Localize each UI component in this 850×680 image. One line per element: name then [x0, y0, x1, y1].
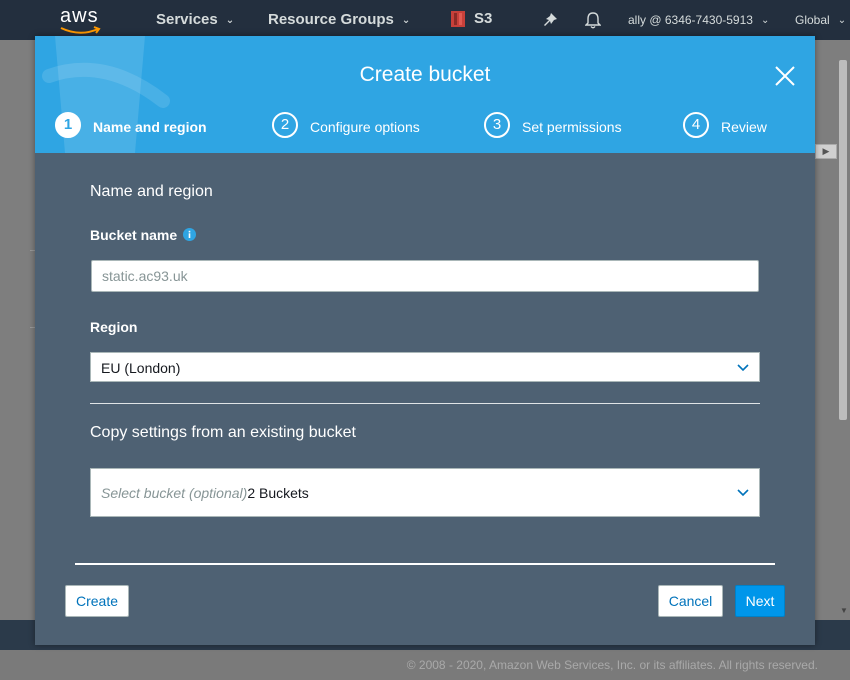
resource-groups-label: Resource Groups [268, 11, 394, 28]
section-divider [90, 403, 760, 404]
scroll-right-arrow[interactable]: ▶ [815, 144, 837, 159]
step-label: Set permissions [522, 119, 622, 135]
scroll-down-arrow[interactable]: ▼ [840, 606, 848, 615]
modal-header: Create bucket 1 Name and region 2 Config… [35, 36, 815, 153]
s3-bucket-icon [451, 11, 465, 28]
s3-label: S3 [474, 10, 493, 27]
copyright-text: © 2008 - 2020, Amazon Web Services, Inc.… [406, 658, 818, 672]
region-label: Global [795, 13, 830, 27]
copyright-bar: © 2008 - 2020, Amazon Web Services, Inc.… [0, 650, 850, 680]
chevron-down-icon: ⌄ [837, 15, 847, 27]
chevron-down-icon [737, 489, 749, 497]
close-icon[interactable] [773, 64, 797, 88]
services-label: Services [156, 11, 218, 28]
step-label: Review [721, 119, 767, 135]
services-menu[interactable]: Services ⌄ [156, 11, 234, 28]
region-menu[interactable]: Global ⌄ [795, 13, 846, 27]
chevron-down-icon: ⌄ [225, 14, 235, 26]
region-select[interactable]: EU (London) [90, 352, 760, 382]
pin-icon[interactable] [542, 12, 558, 28]
vertical-scrollbar-thumb[interactable] [839, 60, 847, 420]
section-title: Name and region [90, 183, 213, 200]
aws-logo[interactable]: aws [60, 6, 102, 34]
step-number: 4 [683, 112, 709, 138]
create-button[interactable]: Create [65, 585, 129, 617]
next-button[interactable]: Next [735, 585, 785, 617]
copy-bucket-select[interactable]: Select bucket (optional)2 Buckets [90, 468, 760, 517]
chevron-down-icon [737, 364, 749, 372]
bell-icon[interactable] [585, 11, 601, 29]
create-bucket-modal: Create bucket 1 Name and region 2 Config… [35, 36, 815, 645]
step-number: 1 [55, 112, 81, 138]
cancel-button[interactable]: Cancel [658, 585, 723, 617]
copy-bucket-select-value: Select bucket (optional)2 Buckets [101, 485, 309, 501]
account-menu[interactable]: ally @ 6346-7430-5913 ⌄ [628, 13, 769, 27]
info-icon[interactable] [183, 228, 196, 241]
region-select-value: EU (London) [101, 360, 181, 376]
s3-shortcut[interactable]: S3 [450, 10, 492, 28]
chevron-down-icon: ⌄ [401, 14, 411, 26]
bucket-name-input[interactable] [91, 260, 759, 292]
aws-smile-icon [60, 26, 101, 34]
account-label: ally @ 6346-7430-5913 [628, 13, 753, 27]
step-number: 3 [484, 112, 510, 138]
chevron-down-icon: ⌄ [760, 15, 770, 27]
bucket-count: 2 Buckets [247, 485, 309, 501]
resource-groups-menu[interactable]: Resource Groups ⌄ [268, 11, 410, 28]
bucket-name-label: Bucket name [90, 227, 178, 243]
step-label: Name and region [93, 119, 207, 135]
top-navigation-bar: aws Services ⌄ Resource Groups ⌄ S3 ally @… [0, 0, 850, 40]
step-label: Configure options [310, 119, 420, 135]
copy-bucket-placeholder: Select bucket (optional) [101, 485, 248, 501]
modal-title: Create bucket [359, 63, 491, 86]
aws-logo-text: aws [60, 5, 99, 27]
footer-divider [75, 563, 775, 565]
region-field-label: Region [90, 319, 138, 335]
copy-settings-title: Copy settings from an existing bucket [90, 424, 356, 441]
step-number: 2 [272, 112, 298, 138]
